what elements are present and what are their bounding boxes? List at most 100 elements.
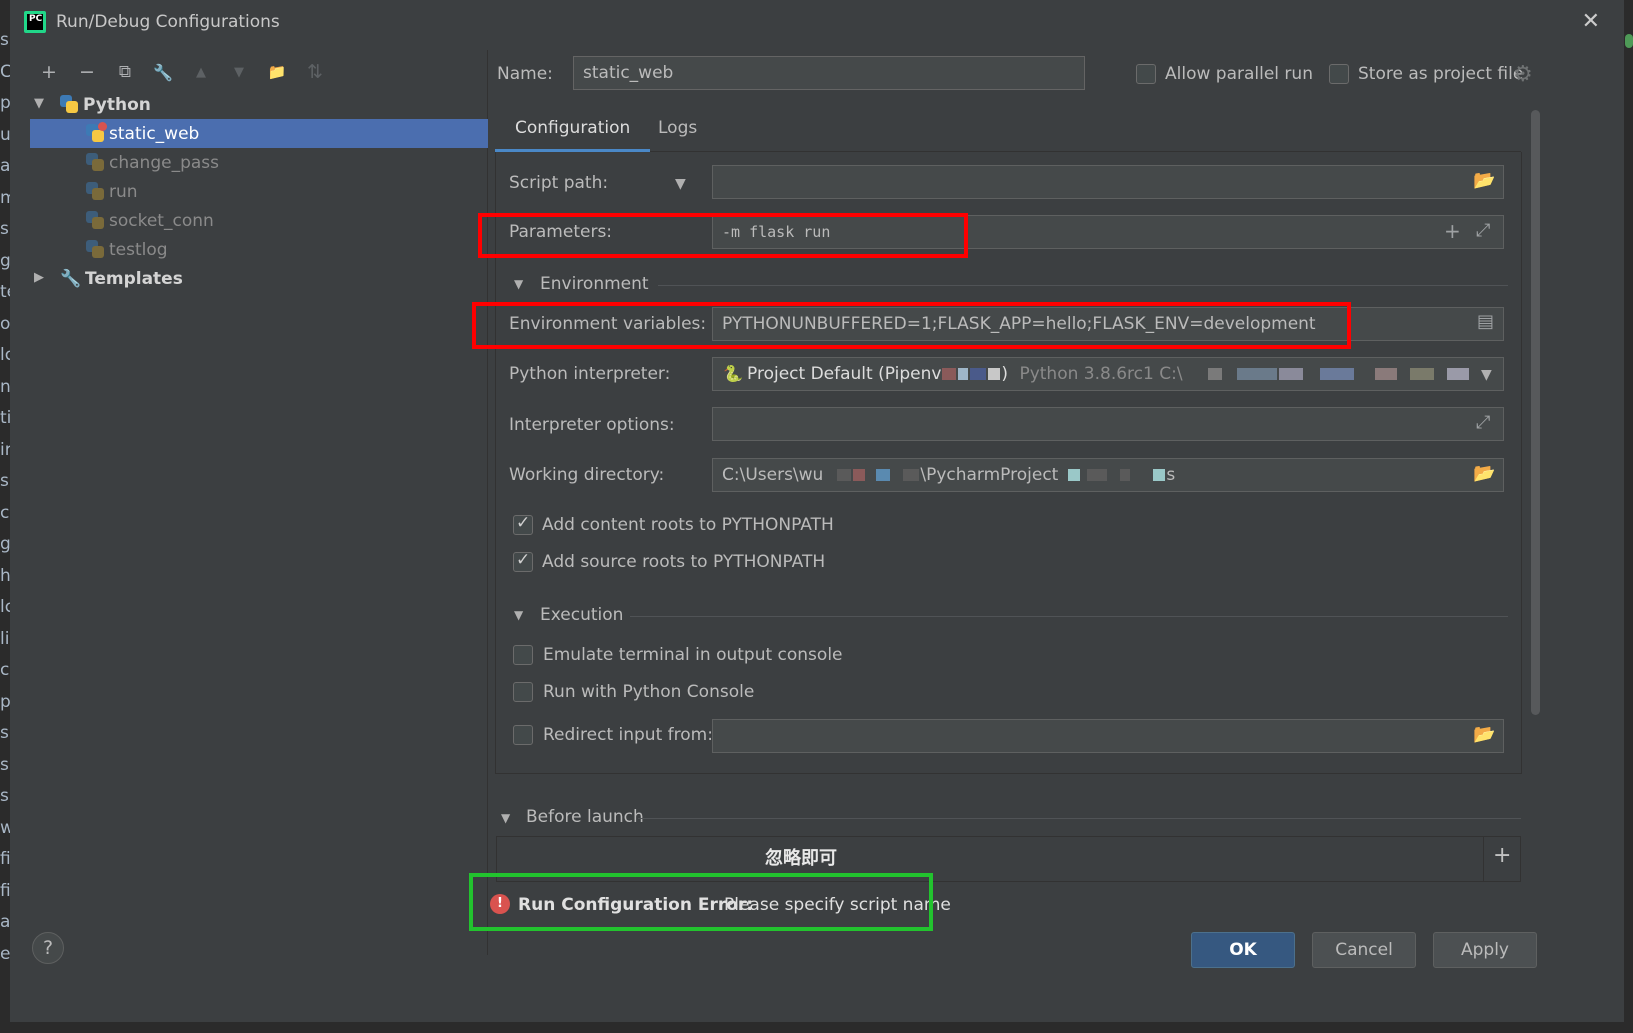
tree-item-change-pass[interactable]: change_pass	[30, 148, 488, 177]
environment-collapse-icon[interactable]: ▼	[514, 277, 523, 291]
redacted	[942, 368, 957, 380]
add-content-roots-label: Add content roots to PYTHONPATH	[542, 515, 834, 535]
interp-options-input[interactable]	[712, 407, 1504, 441]
folder-icon[interactable]: 📂	[1473, 170, 1495, 191]
config-tabs: Configuration Logs	[495, 108, 1521, 152]
folder-icon[interactable]: 📂	[1473, 724, 1495, 745]
background-ide-text: c	[0, 660, 10, 680]
execution-collapse-icon[interactable]: ▼	[514, 608, 523, 622]
interpreter-close: )	[1001, 364, 1009, 384]
tree-item-label: socket_conn	[109, 210, 214, 231]
tree-item-label: run	[109, 181, 138, 202]
background-ide-text: c	[0, 502, 10, 523]
env-vars-input[interactable]: PYTHONUNBUFFERED=1;FLASK_APP=hello;FLASK…	[712, 307, 1504, 341]
error-message: Please specify script name	[724, 895, 951, 915]
redacted	[1374, 368, 1397, 380]
python-icon	[86, 182, 105, 201]
add-source-roots-label: Add source roots to PYTHONPATH	[542, 552, 826, 572]
python-icon	[86, 153, 105, 172]
before-launch-collapse-icon[interactable]: ▼	[501, 811, 510, 825]
tree-group-templates[interactable]: ▶ 🔧 Templates	[30, 264, 488, 293]
background-ide-text: s	[0, 471, 9, 491]
name-input[interactable]: static_web	[573, 56, 1085, 90]
interpreter-select[interactable]: Project Default (Pipenv) Python 3.8.6rc1…	[712, 357, 1504, 391]
redacted	[1319, 368, 1354, 380]
gear-icon[interactable]: ⚙	[1513, 62, 1533, 87]
redirect-input-checkbox[interactable]	[513, 725, 533, 745]
remove-icon[interactable]: −	[74, 59, 100, 85]
tree-item-label: change_pass	[109, 152, 219, 173]
redacted	[1236, 368, 1277, 380]
add-task-button[interactable]: +	[1493, 843, 1511, 868]
redacted	[1087, 469, 1108, 481]
working-dir-input[interactable]: C:\Users\wu \PycharmProject s	[712, 458, 1504, 492]
tree-group-label: Python	[83, 94, 151, 115]
error-icon: !	[490, 894, 510, 914]
move-up-icon[interactable]: ▲	[188, 59, 214, 85]
emulate-terminal-checkbox[interactable]	[513, 645, 533, 665]
tab-configuration[interactable]: Configuration	[495, 118, 651, 152]
new-folder-icon[interactable]: 📁	[264, 59, 290, 85]
configurations-toolbar: + − ⧉ 🔧 ▲ ▼ 📁 ⇅	[36, 56, 328, 88]
scrollbar[interactable]	[1531, 110, 1540, 715]
redacted	[988, 368, 1001, 380]
redacted	[853, 469, 866, 481]
redirect-input-field[interactable]	[712, 719, 1504, 753]
interpreter-name: Project Default (Pipenv	[747, 364, 942, 384]
redacted	[1278, 368, 1303, 380]
ok-button[interactable]: OK	[1191, 932, 1295, 968]
script-path-input[interactable]	[712, 165, 1504, 199]
move-down-icon[interactable]: ▼	[226, 59, 252, 85]
working-dir-start: C:\Users\wu	[722, 465, 824, 485]
background-ide-text: a	[0, 156, 11, 176]
name-label: Name:	[497, 64, 553, 84]
tree-group-python[interactable]: ▼ Python	[30, 90, 488, 119]
error-mark-icon	[98, 122, 107, 131]
env-vars-edit-icon[interactable]: ▤	[1477, 311, 1494, 332]
tree-item-socket-conn[interactable]: socket_conn	[30, 206, 488, 235]
python-icon	[60, 95, 79, 114]
add-parameter-icon[interactable]: +	[1444, 219, 1461, 243]
add-icon[interactable]: +	[36, 59, 62, 85]
store-project-checkbox[interactable]	[1329, 64, 1349, 84]
parameters-label: Parameters:	[509, 222, 613, 242]
redacted	[876, 469, 891, 481]
redacted	[1120, 469, 1131, 481]
add-content-roots-checkbox[interactable]	[513, 513, 533, 535]
add-source-roots-checkbox[interactable]	[513, 550, 533, 572]
pycharm-icon: PC	[24, 11, 46, 33]
tab-logs[interactable]: Logs	[638, 118, 717, 152]
redacted	[1409, 368, 1434, 380]
expand-icon[interactable]: ⤢	[1476, 220, 1490, 241]
configurations-tree: ▼ Python static_web change_pass run sock…	[30, 90, 488, 293]
apply-button[interactable]: Apply	[1433, 932, 1537, 968]
background-ide-text: s	[0, 219, 9, 239]
tree-item-run[interactable]: run	[30, 177, 488, 206]
interpreter-dropdown-icon[interactable]: ▼	[1481, 367, 1492, 383]
working-dir-end: s	[1166, 465, 1176, 485]
interpreter-version: Python 3.8.6rc1 C:\	[1019, 364, 1183, 384]
env-vars-label: Environment variables:	[509, 314, 707, 334]
wrench-icon[interactable]: 🔧	[150, 59, 176, 85]
background-ide-text: s	[0, 723, 9, 743]
sort-icon[interactable]: ⇅	[302, 59, 328, 85]
tree-item-testlog[interactable]: testlog	[30, 235, 488, 264]
script-path-dropdown-icon[interactable]: ▼	[675, 176, 686, 192]
copy-icon[interactable]: ⧉	[112, 59, 138, 85]
before-launch-header: Before launch	[526, 807, 644, 827]
collapse-arrow-icon[interactable]: ▶	[34, 270, 44, 285]
close-icon[interactable]: ✕	[1582, 9, 1600, 34]
redacted	[1446, 368, 1469, 380]
expand-icon[interactable]: ⤢	[1476, 412, 1490, 433]
run-with-console-checkbox[interactable]	[513, 682, 533, 702]
interpreter-label: Python interpreter:	[509, 364, 671, 384]
cancel-button[interactable]: Cancel	[1312, 932, 1416, 968]
folder-icon[interactable]: 📂	[1473, 463, 1495, 484]
parameters-input[interactable]: -m flask run	[712, 215, 1504, 249]
wrench-icon: 🔧	[60, 268, 82, 289]
expand-arrow-icon[interactable]: ▼	[34, 96, 44, 111]
divider	[1483, 836, 1484, 882]
help-button[interactable]: ?	[32, 932, 64, 964]
allow-parallel-checkbox[interactable]	[1136, 64, 1156, 84]
tree-item-static-web[interactable]: static_web	[30, 119, 488, 148]
